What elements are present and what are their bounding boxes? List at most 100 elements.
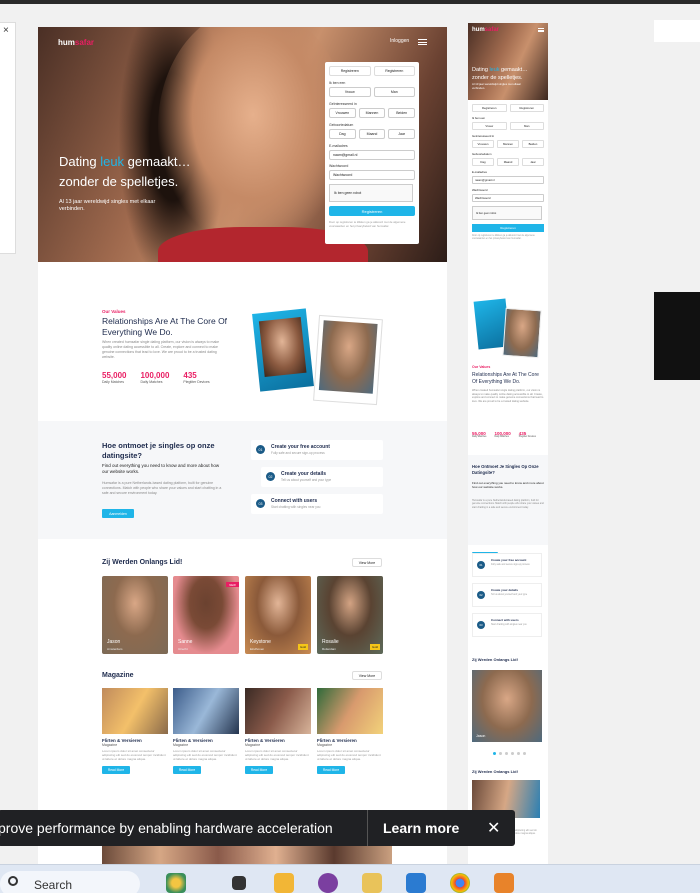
stat-item: 435 Plegtiter Devices [183, 371, 210, 384]
learn-more-link[interactable]: Learn more [383, 820, 459, 836]
widgets-icon[interactable] [166, 873, 186, 893]
search-icon [8, 876, 18, 886]
mobile-dob-label: Geboortedatum [472, 152, 492, 156]
stat-item: 100,000 Daily Matches [140, 371, 170, 384]
site-logo[interactable]: humsafar [58, 38, 94, 47]
stat-item: 100,000 Daily Matches [494, 431, 511, 438]
carousel-dots[interactable] [493, 752, 526, 755]
mobile-step-item: 03 Connect with users Start chatting with … [472, 613, 542, 637]
dob-day-select[interactable]: Dag [329, 129, 356, 139]
google-signup-button[interactable]: Registreren [373, 66, 415, 76]
dob-month-select[interactable]: Maand [358, 129, 386, 139]
magazine-card[interactable]: Flirten & Versieren Magazine Lorem ipsum … [245, 688, 311, 774]
mobile-facebook-signup-button[interactable]: Registreren [472, 104, 507, 112]
magazine-view-more-button[interactable]: View More [352, 671, 382, 680]
mobile-how-text: Humsafar is a pure Netherlands-based dat… [472, 499, 544, 509]
mobile-interest-men[interactable]: Mannen [497, 140, 519, 148]
browser-viewport: × humsafar Inloggen Dating leuk gemaakt…… [0, 4, 700, 864]
gender-option-woman[interactable]: Vrouw [329, 87, 371, 97]
mobile-gender-man[interactable]: Man [509, 122, 544, 130]
chrome-icon[interactable] [450, 873, 470, 893]
mobile-dob-month[interactable]: Maand [497, 158, 519, 166]
mobile-hamburger-menu-icon[interactable] [538, 28, 544, 32]
search-label: Search [34, 878, 73, 892]
mobile-how-lead: Find out everything you need to know and… [472, 481, 544, 489]
magazine-card[interactable]: Flirten & Versieren Magazine Lorem ipsum … [173, 688, 239, 774]
close-icon[interactable]: × [3, 25, 9, 36]
mobile-stats-row: 55,000 Daily Matches 100,000 Daily Matches… [472, 431, 536, 438]
hero-section: humsafar Inloggen Dating leuk gemaakt… z… [38, 27, 447, 262]
read-more-button[interactable]: Read More [317, 765, 345, 774]
magazine-card[interactable]: Flirten & Versieren Magazine Lorem ipsum … [102, 688, 168, 774]
values-photo-man [313, 314, 383, 406]
mobile-password-field[interactable]: Wachtwoord [472, 194, 544, 202]
mobile-hero: humsafar Dating leuk gemaakt… zonder de … [468, 23, 548, 100]
hardware-acceleration-toast: prove performance by enabling hardware a… [0, 810, 515, 846]
mobile-interest-women[interactable]: Vrouwen [472, 140, 494, 148]
file-explorer-icon[interactable] [274, 873, 294, 893]
step-item: 03 Connect with users Start chatting wit… [251, 494, 383, 514]
xampp-icon[interactable] [494, 873, 514, 893]
email-label: E-mailadres [329, 144, 348, 148]
step-item: 02 Create your details Tell us about you… [261, 467, 383, 487]
mobile-site-logo[interactable]: humsafar [472, 27, 499, 33]
member-card[interactable]: Gold Keystone Eindhoven [245, 576, 311, 654]
interest-option-both[interactable]: Beiden [388, 108, 416, 118]
windows-taskbar: Search [0, 864, 700, 893]
hero-title: Dating leuk gemaakt… zonder de spelletje… [59, 154, 191, 189]
hamburger-menu-icon[interactable] [418, 39, 427, 45]
mobile-dob-day[interactable]: Dag [472, 158, 494, 166]
mobile-step-item: 01 Create your free account Fully safe and… [472, 553, 542, 577]
mobile-values-photo-man [502, 307, 542, 359]
mobile-interested-label: Geïnteresseerd in [472, 134, 495, 138]
dob-label: Geboortedatum [329, 123, 354, 127]
facebook-signup-button[interactable]: Registreren [329, 66, 371, 76]
member-card[interactable]: Jason Amsterdam [102, 576, 168, 654]
mobile-values-eyebrow: Our Values [472, 365, 491, 369]
mobile-google-signup-button[interactable]: Registreren [509, 104, 544, 112]
interest-option-men[interactable]: Mannen [358, 108, 386, 118]
member-card[interactable]: Gold Rosalie Rotterdam [317, 576, 383, 654]
login-link[interactable]: Inloggen [390, 38, 409, 44]
mobile-member-card[interactable]: Jason [472, 670, 542, 742]
password-field[interactable]: Wachtwoord [329, 170, 415, 180]
mobile-fine-print: Door op registreren te klikken ga je akk… [472, 235, 535, 240]
vscode-icon[interactable] [406, 873, 426, 893]
email-field[interactable]: naam@gmail.nl [329, 150, 415, 160]
register-button[interactable]: Registreren [329, 206, 415, 216]
mobile-page-preview: humsafar Dating leuk gemaakt… zonder de … [468, 23, 548, 864]
right-dark-panel [654, 292, 700, 380]
magazine-image [317, 688, 383, 734]
mobile-gender-woman[interactable]: Vrouw [472, 122, 507, 130]
dob-year-select[interactable]: Jaar [388, 129, 416, 139]
mobile-email-field[interactable]: naam@gmail.nl [472, 176, 544, 184]
captcha-box[interactable]: Ik ben geen robot [329, 184, 413, 202]
read-more-button[interactable]: Read More [245, 765, 273, 774]
magazine-image [245, 688, 311, 734]
magazine-card[interactable]: Flirten & Versieren Magazine Lorem ipsum … [317, 688, 383, 774]
password-label: Wachtwoord [329, 164, 349, 168]
folder-icon[interactable] [362, 873, 382, 893]
toast-divider [367, 810, 368, 846]
task-view-icon[interactable] [232, 876, 246, 890]
stat-item: 55,000 Daily Matches [102, 371, 127, 384]
step-item: 01 Create your free account Fully safe a… [251, 440, 383, 460]
member-card[interactable]: NEW Sanne Utrecht [173, 576, 239, 654]
signup-cta-button[interactable]: Aanmelden [102, 509, 134, 518]
mobile-dob-year[interactable]: Jaar [522, 158, 544, 166]
taskbar-search[interactable]: Search [0, 871, 140, 893]
members-view-more-button[interactable]: View More [352, 558, 382, 567]
gender-option-man[interactable]: Man [373, 87, 415, 97]
stat-item: 435 Plegtiter Devices [518, 431, 536, 438]
mobile-how-title: Hoe Ontmoet Je Singles Op Onze Datingsit… [472, 464, 539, 475]
mobile-captcha-box[interactable]: Ik ben geen robot [472, 206, 542, 220]
app-icon[interactable] [318, 873, 338, 893]
close-icon[interactable]: ✕ [487, 818, 500, 838]
read-more-button[interactable]: Read More [173, 765, 201, 774]
how-it-works-section: Hoe ontmoet je singles op onze datingsit… [38, 421, 447, 539]
next-row-images [102, 843, 392, 864]
interest-option-women[interactable]: Vrouwen [329, 108, 356, 118]
mobile-register-button[interactable]: Registreren [472, 224, 544, 232]
mobile-interest-both[interactable]: Beiden [522, 140, 544, 148]
read-more-button[interactable]: Read More [102, 765, 130, 774]
